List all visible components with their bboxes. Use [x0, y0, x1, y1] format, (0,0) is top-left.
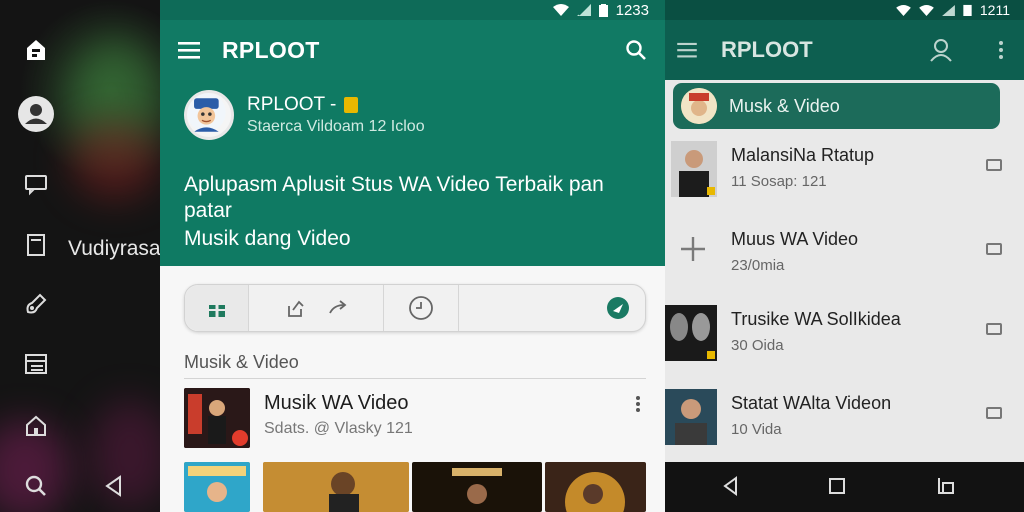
item-meta: 11 Sosap: 121: [731, 173, 827, 190]
history-button[interactable]: [383, 285, 459, 331]
signal-icon: [941, 4, 955, 16]
item-meta: 23/0mia: [731, 257, 785, 274]
battery-icon: [598, 3, 608, 17]
verified-badge-icon: [344, 97, 359, 113]
status-time: 1233: [615, 1, 649, 19]
profile-icon[interactable]: [18, 96, 54, 132]
recents-icon[interactable]: [933, 474, 957, 498]
status-bar: 1233: [160, 0, 665, 20]
channel-subtitle: Staerca Vildoam 12 Icloo: [247, 118, 425, 135]
item-title: MalansiNa Rtatup: [731, 145, 875, 165]
category-avatar: [681, 88, 717, 124]
list-icon[interactable]: [18, 346, 54, 382]
battery-icon: [963, 4, 972, 16]
system-nav-bar: [665, 462, 1024, 512]
app-bar: RPLOOT: [160, 20, 665, 80]
sidebar-label: Vudiyrasan: [68, 237, 173, 260]
signal-icon: [576, 4, 591, 16]
share-box-icon: [288, 300, 304, 317]
app-bar: RPLOOT: [665, 20, 1024, 80]
app-title: RPLOOT: [222, 36, 320, 63]
channel-name-row: RPLOOT -: [247, 94, 359, 116]
home-tab-button[interactable]: [185, 285, 249, 331]
video-thumbnail: [665, 305, 717, 361]
main-app-window: 1233 RPLOOT RPLOOT - Staerca Vildoam 12 …: [160, 0, 665, 512]
item-title: Muus WA Video: [731, 229, 859, 249]
menu-icon[interactable]: [178, 41, 200, 59]
screen: Vudiyrasan 1233 RPLOOT RPLOOT - Staerca …: [0, 0, 1024, 512]
arrow-right-icon: [329, 300, 347, 314]
category-chip[interactable]: Musk & Video: [673, 83, 1000, 129]
search-icon[interactable]: [18, 468, 54, 504]
account-icon[interactable]: [928, 37, 954, 63]
cast-icon[interactable]: [986, 407, 1002, 419]
send-icon: [607, 297, 629, 319]
search-icon[interactable]: [625, 39, 647, 61]
forward-button[interactable]: [323, 285, 353, 331]
list-item[interactable]: Statat WAlta Videon 10 Vida: [665, 389, 1024, 465]
more-vert-icon[interactable]: [998, 40, 1004, 60]
list-item[interactable]: Muus WA Video 23/0mia: [665, 225, 1024, 301]
video-list-item[interactable]: Musik WA Video Sdats. @ Vlasky 121: [184, 388, 646, 450]
grid-thumbnail[interactable]: [263, 462, 409, 512]
item-meta: 30 Oida: [731, 337, 784, 354]
grid-thumbnail[interactable]: [412, 462, 542, 512]
send-button[interactable]: [603, 285, 633, 331]
channel-name: RPLOOT -: [247, 94, 337, 115]
video-thumbnail[interactable]: [184, 388, 250, 448]
home-icon[interactable]: [18, 408, 54, 444]
back-icon[interactable]: [100, 472, 128, 500]
home-square-icon[interactable]: [825, 474, 849, 498]
clock-icon: [409, 296, 433, 320]
item-title: Statat WAlta Videon: [731, 393, 892, 413]
video-grid: [184, 462, 646, 512]
app-title: RPLOOT: [721, 37, 813, 62]
gift-icon: [208, 300, 225, 317]
status-bar: 1211: [665, 0, 1024, 20]
cast-icon[interactable]: [986, 323, 1002, 335]
left-sidebar: Vudiyrasan: [0, 0, 172, 512]
list-item[interactable]: Trusike WA SolIkidea 30 Oida: [665, 305, 1024, 381]
action-toolbar: [184, 284, 646, 332]
item-meta: 10 Vida: [731, 421, 782, 438]
item-title: Trusike WA SolIkidea: [731, 309, 901, 329]
brush-icon[interactable]: [18, 286, 54, 322]
channel-description: Aplupasm Aplusit Stus WA Video Terbaik p…: [184, 173, 604, 222]
video-thumbnail: [665, 389, 717, 445]
video-thumbnail: [671, 141, 717, 197]
avatar[interactable]: [184, 90, 234, 140]
add-icon[interactable]: [679, 235, 707, 263]
video-list: Musk & Video MalansiNa Rtatup 11 Sosap: …: [665, 80, 1024, 462]
chat-icon[interactable]: [18, 166, 54, 202]
wifi-icon: [552, 4, 569, 16]
section-title: Musik & Video: [184, 352, 299, 372]
secondary-app-window: 1211 RPLOOT Musk & Video MalansiNa Rtatu…: [665, 0, 1024, 512]
wifi-icon: [896, 4, 911, 16]
channel-description-2: Musik dang Video: [184, 227, 351, 250]
back-icon[interactable]: [719, 474, 743, 498]
menu-icon[interactable]: [677, 42, 697, 58]
more-vert-icon[interactable]: [634, 394, 642, 414]
grid-thumbnail[interactable]: [545, 462, 646, 512]
cast-icon[interactable]: [986, 243, 1002, 255]
logo-icon[interactable]: [18, 32, 54, 68]
grid-thumbnail[interactable]: [184, 462, 250, 512]
page-icon[interactable]: [18, 227, 54, 263]
category-label: Musk & Video: [729, 95, 840, 116]
list-item[interactable]: MalansiNa Rtatup 11 Sosap: 121: [665, 141, 1024, 217]
divider: [184, 378, 646, 379]
video-title[interactable]: Musik WA Video: [264, 392, 409, 415]
wifi-icon: [919, 4, 934, 16]
video-meta: Sdats. @ Vlasky 121: [264, 420, 413, 437]
share-button[interactable]: [281, 285, 311, 331]
status-time: 1211: [979, 2, 1010, 18]
cast-icon[interactable]: [986, 159, 1002, 171]
